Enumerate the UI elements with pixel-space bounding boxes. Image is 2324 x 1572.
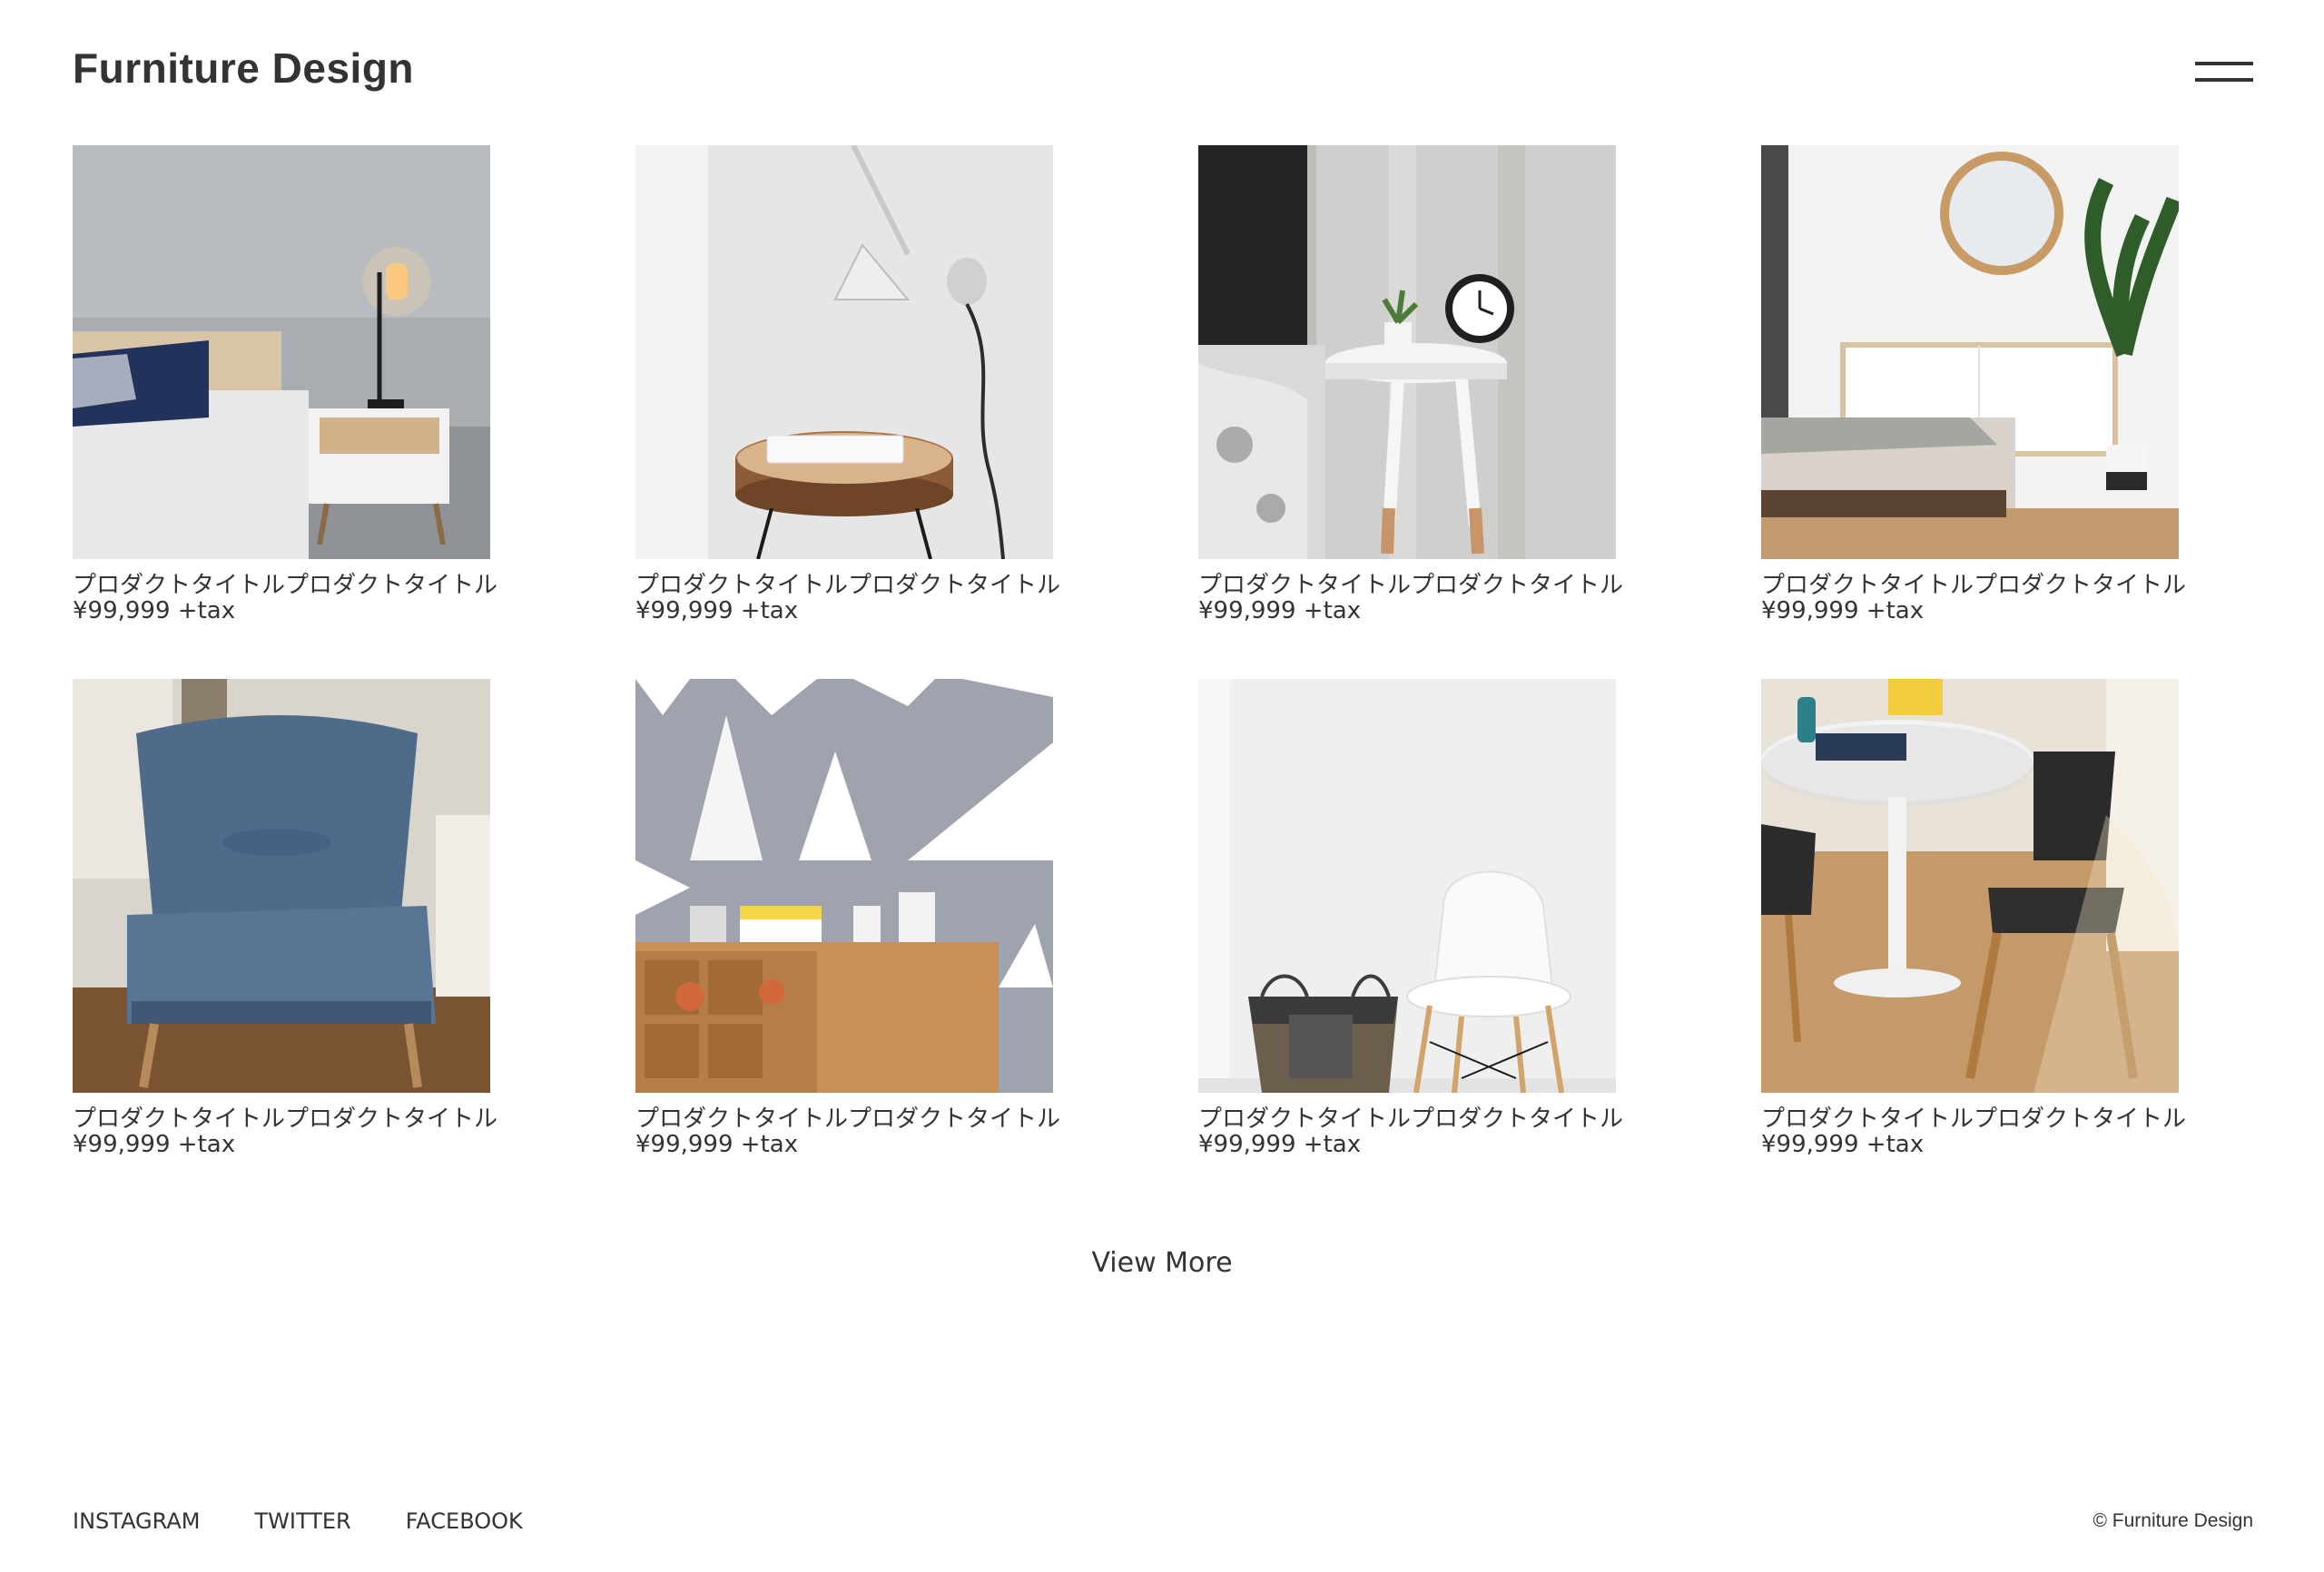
product-card[interactable]: プロダクトタイトルプロダクトタイトル ¥99,999 +tax [1198, 679, 1623, 1158]
product-price: ¥99,999 +tax [73, 1131, 236, 1158]
product-price: ¥99,999 +tax [1198, 1131, 1362, 1158]
hamburger-menu-icon[interactable] [2195, 58, 2253, 85]
product-price: ¥99,999 +tax [1198, 597, 1362, 624]
product-price: ¥99,999 +tax [73, 597, 236, 624]
facebook-link[interactable]: FACEBOOK [406, 1508, 523, 1534]
product-card[interactable]: プロダクトタイトルプロダクトタイトル ¥99,999 +tax [635, 679, 1060, 1158]
product-card[interactable]: プロダクトタイトルプロダクトタイトル ¥99,999 +tax [1198, 145, 1623, 624]
menu-bar [2195, 62, 2253, 65]
product-card[interactable]: プロダクトタイトルプロダクトタイトル ¥99,999 +tax [1761, 679, 2186, 1158]
product-title[interactable]: プロダクトタイトルプロダクトタイトル [635, 573, 1060, 598]
product-image-side-table-clock[interactable] [1198, 145, 1616, 559]
product-title[interactable]: プロダクトタイトルプロダクトタイトル [1198, 1106, 1623, 1132]
product-card[interactable]: プロダクトタイトルプロダクトタイトル ¥99,999 +tax [73, 679, 497, 1158]
product-image-mirror-sideboard[interactable] [1761, 145, 2179, 559]
view-more-section: View More [0, 1247, 2324, 1279]
product-card[interactable]: プロダクトタイトルプロダクトタイトル ¥99,999 +tax [635, 145, 1060, 624]
product-price: ¥99,999 +tax [635, 597, 799, 624]
product-card[interactable]: プロダクトタイトルプロダクトタイトル ¥99,999 +tax [1761, 145, 2186, 624]
twitter-link[interactable]: TWITTER [254, 1508, 350, 1534]
product-card[interactable]: プロダクトタイトルプロダクトタイトル ¥99,999 +tax [73, 145, 497, 624]
product-title[interactable]: プロダクトタイトルプロダクトタイトル [635, 1106, 1060, 1132]
product-price: ¥99,999 +tax [1761, 1131, 1925, 1158]
product-title[interactable]: プロダクトタイトルプロダクトタイトル [73, 1106, 497, 1132]
product-image-white-chair[interactable] [1198, 679, 1616, 1093]
product-price: ¥99,999 +tax [635, 1131, 799, 1158]
product-image-armchair[interactable] [73, 679, 490, 1093]
site-title[interactable]: Furniture Design [73, 44, 414, 93]
product-image-geometric-cabinet[interactable] [635, 679, 1053, 1093]
copyright-text: © Furniture Design [2093, 1510, 2253, 1531]
product-image-bedroom[interactable] [73, 145, 490, 559]
product-title[interactable]: プロダクトタイトルプロダクトタイトル [1198, 573, 1623, 598]
instagram-link[interactable]: INSTAGRAM [73, 1508, 200, 1534]
product-title[interactable]: プロダクトタイトルプロダクトタイトル [1761, 573, 2186, 598]
product-price: ¥99,999 +tax [1761, 597, 1925, 624]
menu-bar [2195, 78, 2253, 82]
view-more-link[interactable]: View More [1091, 1247, 1232, 1279]
product-title[interactable]: プロダクトタイトルプロダクトタイトル [1761, 1106, 2186, 1132]
footer-social-links: INSTAGRAM TWITTER FACEBOOK [73, 1508, 577, 1534]
product-title[interactable]: プロダクトタイトルプロダクトタイトル [73, 573, 497, 598]
product-image-round-table-chairs[interactable] [1761, 679, 2179, 1093]
product-image-wall-lamp[interactable] [635, 145, 1053, 559]
